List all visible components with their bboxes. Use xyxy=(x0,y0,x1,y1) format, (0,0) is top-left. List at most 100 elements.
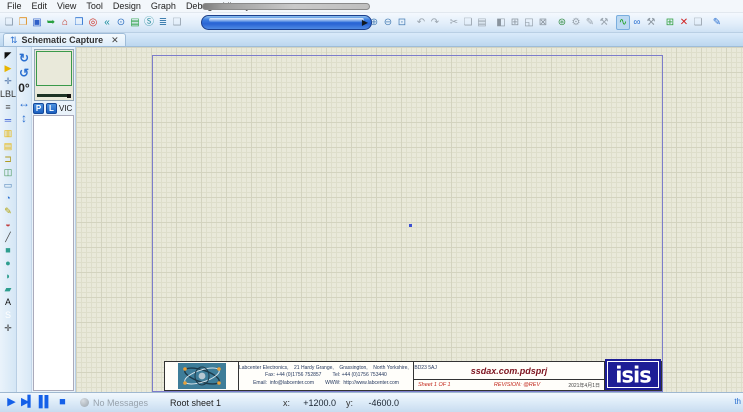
play-button[interactable]: ▶ xyxy=(2,395,19,411)
design-explorer-icon[interactable]: ❑ xyxy=(170,15,184,30)
terminal-mode-icon[interactable]: ▤ xyxy=(1,140,16,153)
message-text: No Messages xyxy=(93,398,148,408)
gerber-viewer-icon[interactable]: ⊙ xyxy=(114,15,128,30)
text-graphic-icon[interactable]: A xyxy=(1,296,16,309)
block-delete-icon[interactable]: ⊠ xyxy=(536,15,550,30)
3d-visualizer-icon[interactable]: « xyxy=(100,15,114,30)
menu-item[interactable]: File xyxy=(2,1,27,11)
save-project-icon[interactable]: ▣ xyxy=(30,15,44,30)
library-manager-icon[interactable]: ▤ xyxy=(128,15,142,30)
isis-logo-text: isis xyxy=(615,362,650,387)
graph-mode-icon[interactable]: ◫ xyxy=(1,166,16,179)
goto-sheet-icon[interactable]: ❏ xyxy=(691,15,705,30)
rotate-clockwise-icon[interactable]: ↻ xyxy=(17,50,31,65)
open-project-icon[interactable]: ❐ xyxy=(16,15,30,30)
overlay-progress-bar-blue[interactable]: ▶ xyxy=(201,15,372,30)
new-sheet-icon[interactable]: ⊞ xyxy=(663,15,677,30)
library-manager-button[interactable]: L xyxy=(46,103,57,114)
edit-design-properties-icon[interactable]: ✎ xyxy=(710,15,724,30)
tab-bar: ⇅ Schematic Capture ✕ xyxy=(0,33,743,47)
wire-label-icon[interactable]: LBL xyxy=(1,88,16,101)
path-graphic-icon[interactable]: ▰ xyxy=(1,283,16,296)
cut-icon[interactable]: ✂ xyxy=(447,15,461,30)
tab-label: Schematic Capture xyxy=(22,35,104,45)
source-code-icon[interactable]: Ⓢ xyxy=(142,15,156,30)
step-button[interactable]: ▶▍ xyxy=(19,395,36,411)
import-project-icon[interactable]: ➥ xyxy=(44,15,58,30)
zoom-out-icon[interactable]: ⊖ xyxy=(381,15,395,30)
circle-graphic-icon[interactable]: ● xyxy=(1,257,16,270)
tab-close-icon[interactable]: ✕ xyxy=(111,35,119,46)
new-project-icon[interactable]: ❏ xyxy=(2,15,16,30)
tape-recorder-icon[interactable]: ▭ xyxy=(1,179,16,192)
bus-mode-icon[interactable]: ═ xyxy=(1,114,16,127)
status-bar: ▶ ▶▍ ▌▌ ■ No Messages Root sheet 1 x: xyxy=(0,392,743,412)
rotate-anticlockwise-icon[interactable]: ↺ xyxy=(17,65,31,80)
minimap-view-rect xyxy=(36,51,72,86)
junction-dot-icon[interactable]: ✛ xyxy=(1,75,16,88)
undo-icon[interactable]: ↶ xyxy=(414,15,428,30)
menu-item[interactable]: Tool xyxy=(81,1,108,11)
root-sheet-label: Root sheet 1 xyxy=(170,398,221,408)
current-probe-icon[interactable]: ◒ xyxy=(1,218,16,231)
device-list[interactable] xyxy=(33,115,74,391)
arc-graphic-icon[interactable]: ◗ xyxy=(1,270,16,283)
address-line: Labcenter Electronics, 21 Hardy Grange, … xyxy=(239,365,413,372)
schematic-canvas[interactable]: Labcenter Electronics, 21 Hardy Grange, … xyxy=(76,47,743,392)
voltage-probe-icon[interactable]: ✎ xyxy=(1,205,16,218)
progress-cursor-icon: ▶ xyxy=(362,18,368,27)
remove-sheet-icon[interactable]: ✕ xyxy=(677,15,691,30)
wrench-icon[interactable]: ⚙ xyxy=(569,15,583,30)
mode-selector-toolbar: ◤ ▶ ✛ LBL ≡ ═ xyxy=(0,47,17,392)
mirror-vertical-icon[interactable]: ↕ xyxy=(17,110,31,125)
selection-mode-icon[interactable]: ◤ xyxy=(1,49,16,62)
search-tag-binoculars-icon[interactable]: ∞ xyxy=(630,15,644,30)
component-mode-icon[interactable]: ▶ xyxy=(1,62,16,75)
find-component-icon[interactable]: ⊛ xyxy=(555,15,569,30)
menu-item[interactable]: Edit xyxy=(27,1,53,11)
main-toolbar: ❏ ❐ ▣ ➥ ⌂ ❒ xyxy=(0,13,743,33)
box-graphic-icon[interactable]: ■ xyxy=(1,244,16,257)
device-pin-icon[interactable]: ⊐ xyxy=(1,153,16,166)
generator-mode-icon[interactable]: ◔ xyxy=(1,192,16,205)
copy-icon[interactable]: ❏ xyxy=(461,15,475,30)
overlay-progress-bar-gray xyxy=(202,3,370,10)
schematic-tab-icon: ⇅ xyxy=(10,35,18,46)
stop-button[interactable]: ■ xyxy=(53,395,70,411)
x-label: x: xyxy=(283,398,290,408)
message-area[interactable]: No Messages xyxy=(80,398,148,408)
menu-item[interactable]: Design xyxy=(108,1,146,11)
menu-item[interactable]: Graph xyxy=(146,1,181,11)
property-assignment-tool-icon[interactable]: ⚒ xyxy=(644,15,658,30)
sheet-border: Labcenter Electronics, 21 Hardy Grange, … xyxy=(152,55,663,392)
set-property-icon[interactable]: ✎ xyxy=(583,15,597,30)
design-rule-hammer-icon[interactable]: ⚒ xyxy=(597,15,611,30)
text-script-icon[interactable]: ≡ xyxy=(1,101,16,114)
rotation-angle[interactable]: 0° xyxy=(17,80,31,95)
pick-devices-button[interactable]: P xyxy=(33,103,44,114)
pcb-layout-icon[interactable]: ◎ xyxy=(86,15,100,30)
document-info-cell: ssdax.com.pdsprj Sheet 1 OF 1 REVISION: … xyxy=(414,362,605,390)
menu-item[interactable]: View xyxy=(52,1,81,11)
block-rotate-icon[interactable]: ◱ xyxy=(522,15,536,30)
mirror-horizontal-icon[interactable]: ↔ xyxy=(17,95,31,110)
home-page-icon[interactable]: ⌂ xyxy=(58,15,72,30)
project-filename: ssdax.com.pdsprj xyxy=(414,362,604,379)
zoom-extents-icon[interactable]: ⊡ xyxy=(395,15,409,30)
line-graphic-icon[interactable]: ╱ xyxy=(1,231,16,244)
marker-mode-icon[interactable]: ✛ xyxy=(1,322,16,335)
block-move-icon[interactable]: ⊞ xyxy=(508,15,522,30)
block-copy-icon[interactable]: ◧ xyxy=(494,15,508,30)
wire-autorouter-icon[interactable]: ∿ xyxy=(616,15,630,30)
subcircuit-mode-icon[interactable]: ▥ xyxy=(1,127,16,140)
company-logo-cell xyxy=(165,362,239,390)
overview-minimap[interactable] xyxy=(34,49,74,101)
pause-button[interactable]: ▌▌ xyxy=(36,395,53,411)
progress-bar-shine xyxy=(209,18,364,22)
redo-icon[interactable]: ↷ xyxy=(428,15,442,30)
bill-of-materials-icon[interactable]: ≣ xyxy=(156,15,170,30)
paste-icon[interactable]: ▤ xyxy=(475,15,489,30)
schematic-capture-icon[interactable]: ❒ xyxy=(72,15,86,30)
symbol-mode-icon[interactable]: S xyxy=(1,309,16,322)
tab-schematic-capture[interactable]: ⇅ Schematic Capture ✕ xyxy=(3,33,126,46)
